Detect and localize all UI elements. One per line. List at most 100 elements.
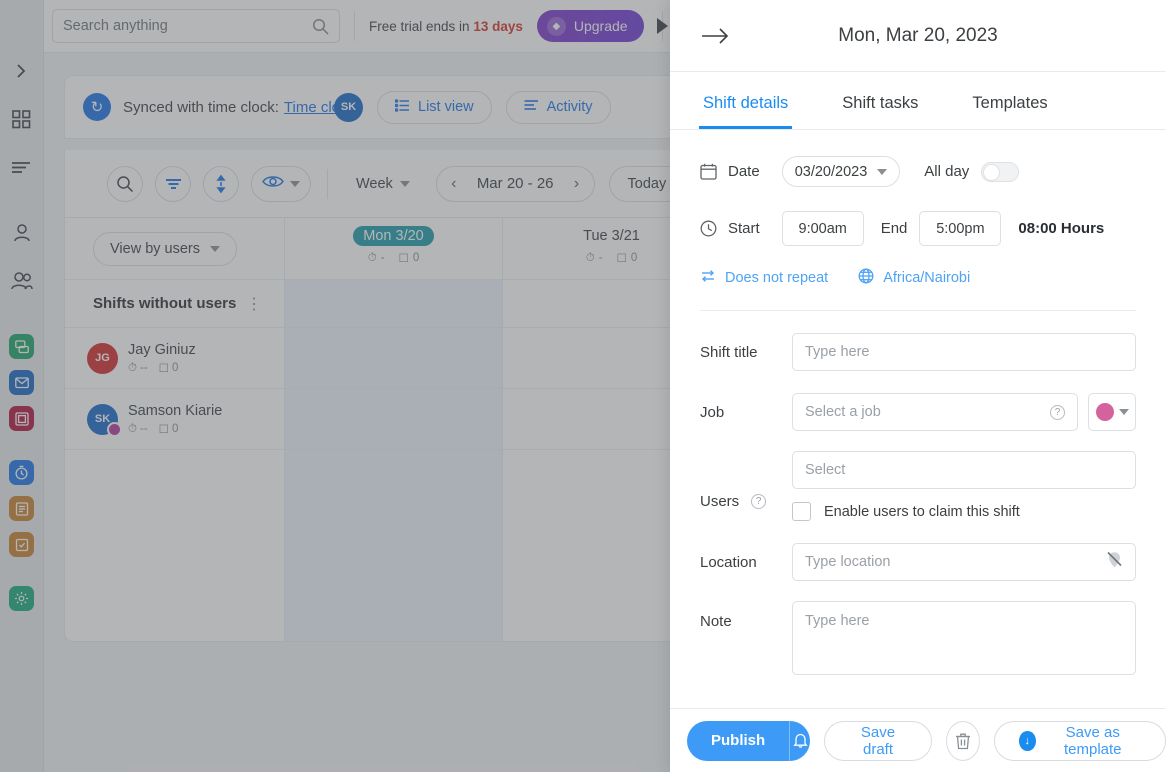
list-view-label: List view	[418, 99, 474, 115]
user-row[interactable]: JG Jay Giniuz ⏱ -- ☐ 0	[65, 328, 284, 389]
timeclock-app-icon[interactable]	[9, 460, 34, 485]
view-by-users-button[interactable]: View by users	[93, 231, 237, 266]
chevron-down-icon	[290, 180, 300, 187]
day-count: ☐ 0	[616, 252, 638, 265]
upgrade-badge-icon: ◆	[546, 16, 566, 36]
tab-shift-tasks[interactable]: Shift tasks	[838, 94, 922, 129]
grid-apps-icon[interactable]	[9, 106, 35, 132]
mail-app-icon[interactable]	[9, 370, 34, 395]
users-label: Users ?	[700, 451, 792, 521]
note-field[interactable]	[792, 601, 1136, 675]
user-shift-count: ☐ 0	[158, 362, 179, 376]
start-time-input[interactable]: 9:00am	[781, 211, 864, 246]
bell-icon[interactable]	[789, 720, 811, 761]
filter-icon[interactable]	[155, 165, 191, 202]
publish-button[interactable]: Publish	[687, 720, 790, 761]
list-view-button[interactable]: List view	[377, 90, 492, 124]
panel-title: Mon, Mar 20, 2023	[838, 24, 998, 46]
upgrade-label: Upgrade	[573, 18, 628, 34]
day-cells-monday[interactable]	[285, 280, 503, 641]
section-header-shifts-without-users: Shifts without users ⋮	[65, 280, 284, 328]
search-icon[interactable]	[107, 165, 143, 202]
timeclock-link[interactable]: Time clo	[284, 99, 340, 116]
save-draft-button[interactable]: Save draft	[824, 720, 932, 761]
period-selector[interactable]: Week	[344, 166, 422, 201]
trash-icon[interactable]	[945, 720, 980, 761]
courses-app-icon[interactable]	[9, 532, 34, 557]
grid-cell[interactable]	[285, 389, 502, 450]
global-search[interactable]	[52, 9, 340, 43]
menu-lines-icon[interactable]	[9, 154, 35, 180]
upgrade-button[interactable]: ◆ Upgrade	[536, 10, 644, 42]
date-picker[interactable]: 03/20/2023	[781, 156, 901, 187]
save-as-template-button[interactable]: ↓ Save as template	[993, 720, 1166, 761]
note-textarea[interactable]	[805, 613, 1123, 663]
repeat-label: Does not repeat	[725, 270, 829, 286]
single-user-icon[interactable]	[9, 220, 35, 246]
chevron-down-icon	[210, 245, 220, 252]
search-input[interactable]	[63, 18, 312, 34]
activity-label: Activity	[546, 99, 593, 115]
help-icon[interactable]: ?	[751, 493, 767, 509]
expand-chevron-icon[interactable]	[9, 58, 35, 84]
day-column-header[interactable]: Mon 3/20 ⏱ - ☐ 0	[285, 218, 503, 279]
user-hours: ⏱ --	[128, 422, 148, 436]
location-off-icon[interactable]	[1106, 551, 1123, 573]
activity-button[interactable]: Activity	[505, 90, 611, 124]
end-label: End	[880, 220, 908, 237]
note-row: Note	[700, 601, 1136, 675]
end-time-input[interactable]: 5:00pm	[919, 211, 1002, 246]
multi-user-icon[interactable]	[9, 268, 35, 294]
shift-title-field[interactable]	[792, 333, 1136, 371]
job-input[interactable]	[805, 404, 1044, 420]
user-hours: ⏱ --	[128, 361, 148, 375]
prev-week-button[interactable]: ‹	[437, 175, 471, 193]
panel-footer: Publish Save draft ↓ Save as template	[670, 708, 1166, 772]
visibility-button[interactable]	[251, 165, 311, 202]
date-range-nav: ‹ Mar 20 - 26 ›	[435, 165, 595, 202]
play-icon[interactable]	[657, 18, 668, 34]
job-label: Job	[700, 403, 725, 421]
chat-app-icon[interactable]	[9, 334, 34, 359]
tab-templates[interactable]: Templates	[968, 94, 1051, 129]
toolbar-divider	[354, 11, 355, 41]
grid-cell[interactable]	[285, 328, 502, 389]
location-field[interactable]	[792, 543, 1136, 581]
repeat-icon	[700, 269, 716, 287]
sort-icon[interactable]	[203, 165, 239, 202]
user-row[interactable]: SK Samson Kiarie ⏱ -- ☐ 0	[65, 389, 284, 450]
grid-cell[interactable]	[285, 280, 502, 328]
tab-shift-details[interactable]: Shift details	[699, 94, 793, 129]
all-day-toggle[interactable]	[981, 161, 1020, 182]
sync-icon: ↻	[83, 93, 111, 121]
view-by-label: View by users	[110, 240, 200, 257]
view-by-cell: View by users	[65, 218, 285, 279]
more-options-icon[interactable]: ⋮	[246, 294, 262, 314]
location-label: Location	[700, 553, 757, 571]
next-week-button[interactable]: ›	[560, 175, 594, 193]
avatar: SK	[87, 403, 122, 437]
users-field[interactable]	[792, 451, 1136, 489]
repeat-button[interactable]: Does not repeat	[700, 269, 828, 287]
settings-app-icon[interactable]	[9, 586, 34, 611]
job-field[interactable]: ?	[792, 393, 1078, 431]
location-input[interactable]	[805, 554, 1106, 570]
job-color-picker[interactable]	[1088, 393, 1136, 431]
forms-app-icon[interactable]	[9, 406, 34, 431]
users-input[interactable]	[805, 462, 1123, 478]
date-value: 03/20/2023	[794, 163, 868, 180]
tasks-app-icon[interactable]	[9, 496, 34, 521]
section-title: Shifts without users	[93, 295, 237, 312]
timezone-button[interactable]: Africa/Nairobi	[858, 268, 970, 288]
chevron-down-icon	[399, 180, 410, 187]
chevron-down-icon	[877, 168, 888, 175]
shift-title-input[interactable]	[805, 344, 1123, 360]
claim-shift-label: Enable users to claim this shift	[824, 503, 1020, 520]
help-icon[interactable]: ?	[1050, 404, 1065, 420]
job-color-swatch	[1095, 403, 1114, 421]
claim-shift-checkbox[interactable]	[792, 502, 811, 521]
save-as-template-label: Save as template	[1063, 723, 1122, 758]
left-nav-rail	[0, 0, 44, 772]
arrow-right-icon[interactable]	[700, 21, 730, 51]
day-hours: ⏱ -	[367, 251, 385, 265]
